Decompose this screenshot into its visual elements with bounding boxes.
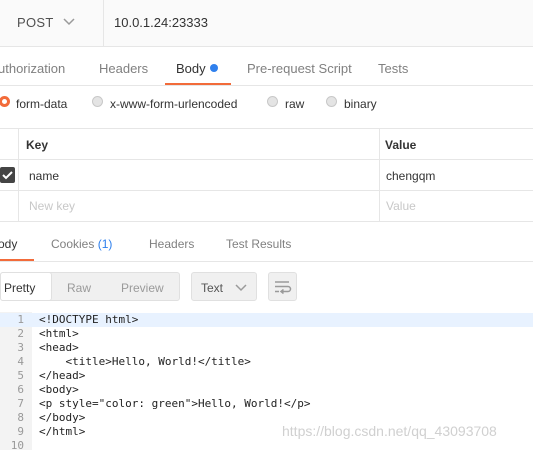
radio-label-urlencoded: x-www-form-urlencoded xyxy=(110,97,238,111)
tab-body-label: Body xyxy=(176,61,206,76)
radio-label-form-data: form-data xyxy=(16,97,68,111)
chevron-down-icon xyxy=(63,18,75,26)
radio-form-data[interactable] xyxy=(0,96,10,107)
tab-pre-request-script[interactable]: Pre-request Script xyxy=(247,61,352,76)
watermark: https://blog.csdn.net/qq_43093708 xyxy=(282,423,497,439)
code-text: <html> xyxy=(39,327,79,340)
radio-label-raw: raw xyxy=(285,97,305,111)
modified-dot-icon xyxy=(209,64,218,72)
view-mode-pretty[interactable]: Pretty xyxy=(4,281,35,295)
line-number: 1 xyxy=(17,313,24,326)
radio-binary[interactable] xyxy=(326,96,337,107)
code-text: <title>Hello, World!</title> xyxy=(39,355,251,368)
radio-raw[interactable] xyxy=(267,96,278,107)
response-tab-headers[interactable]: Headers xyxy=(149,237,194,251)
url-input[interactable]: 10.0.1.24:23333 xyxy=(114,15,208,30)
code-line: 7 <p style="color: green">Hello, World!</… xyxy=(0,397,533,411)
line-number: 8 xyxy=(17,411,24,424)
table-border xyxy=(0,190,533,191)
line-number: 6 xyxy=(17,383,24,396)
code-text: <head> xyxy=(39,341,79,354)
table-col-divider xyxy=(18,128,19,221)
column-header-key: Key xyxy=(26,138,49,152)
code-text: </body> xyxy=(39,411,86,424)
code-text: <p style="color: green">Hello, World!</p… xyxy=(39,397,311,410)
response-tab-body[interactable]: ody xyxy=(0,237,17,251)
line-number: 3 xyxy=(17,341,24,354)
radio-label-binary: binary xyxy=(344,97,377,111)
line-number: 7 xyxy=(17,397,24,410)
code-line: 10 xyxy=(0,439,533,453)
radio-urlencoded[interactable] xyxy=(92,96,103,107)
view-mode-preview[interactable]: Preview xyxy=(121,281,164,295)
tab-tests[interactable]: Tests xyxy=(378,61,408,76)
tab-headers[interactable]: Headers xyxy=(99,61,148,76)
code-text: </head> xyxy=(39,369,86,382)
divider xyxy=(0,261,533,262)
row-enabled-checkbox[interactable] xyxy=(0,167,15,183)
tab-authorization[interactable]: uthorization xyxy=(0,61,65,76)
cookies-count: (1) xyxy=(97,237,113,251)
code-line: 4 <title>Hello, World!</title> xyxy=(0,355,533,369)
line-number: 5 xyxy=(17,369,24,382)
tab-body[interactable]: Body xyxy=(176,61,218,76)
table-border xyxy=(0,159,533,160)
line-number: 2 xyxy=(17,327,24,340)
line-number: 9 xyxy=(17,425,24,438)
code-line: 1 <!DOCTYPE html> xyxy=(0,313,533,327)
table-col-divider xyxy=(379,128,380,221)
code-line: 6 <body> xyxy=(0,383,533,397)
line-number: 10 xyxy=(10,439,24,452)
column-header-value: Value xyxy=(385,138,417,152)
param-key-cell[interactable]: name xyxy=(29,169,59,183)
wrap-lines-icon xyxy=(275,281,292,295)
code-line: 3 <head> xyxy=(0,341,533,355)
cookies-label: Cookies xyxy=(51,237,95,251)
format-select-value: Text xyxy=(201,281,224,295)
checkmark-icon xyxy=(2,171,13,180)
table-border-top xyxy=(0,128,533,129)
code-line: 5 </head> xyxy=(0,369,533,383)
code-text: <body> xyxy=(39,383,79,396)
view-mode-raw[interactable]: Raw xyxy=(67,281,91,295)
new-key-input[interactable]: New key xyxy=(29,199,75,213)
code-text: </html> xyxy=(39,425,86,438)
code-text: <!DOCTYPE html> xyxy=(39,313,139,326)
wrap-lines-button[interactable] xyxy=(268,272,297,301)
param-value-cell[interactable]: chengqm xyxy=(386,169,435,183)
code-line: 2 <html> xyxy=(0,327,533,341)
response-tab-test-results[interactable]: Test Results xyxy=(226,237,291,251)
active-tab-indicator xyxy=(165,83,231,85)
table-border-bottom xyxy=(0,221,533,222)
new-value-input[interactable]: Value xyxy=(386,199,416,213)
line-number: 4 xyxy=(17,355,24,368)
chevron-down-icon xyxy=(235,284,247,292)
method-label: POST xyxy=(17,15,54,30)
response-tab-cookies[interactable]: Cookies (1) xyxy=(51,237,112,251)
